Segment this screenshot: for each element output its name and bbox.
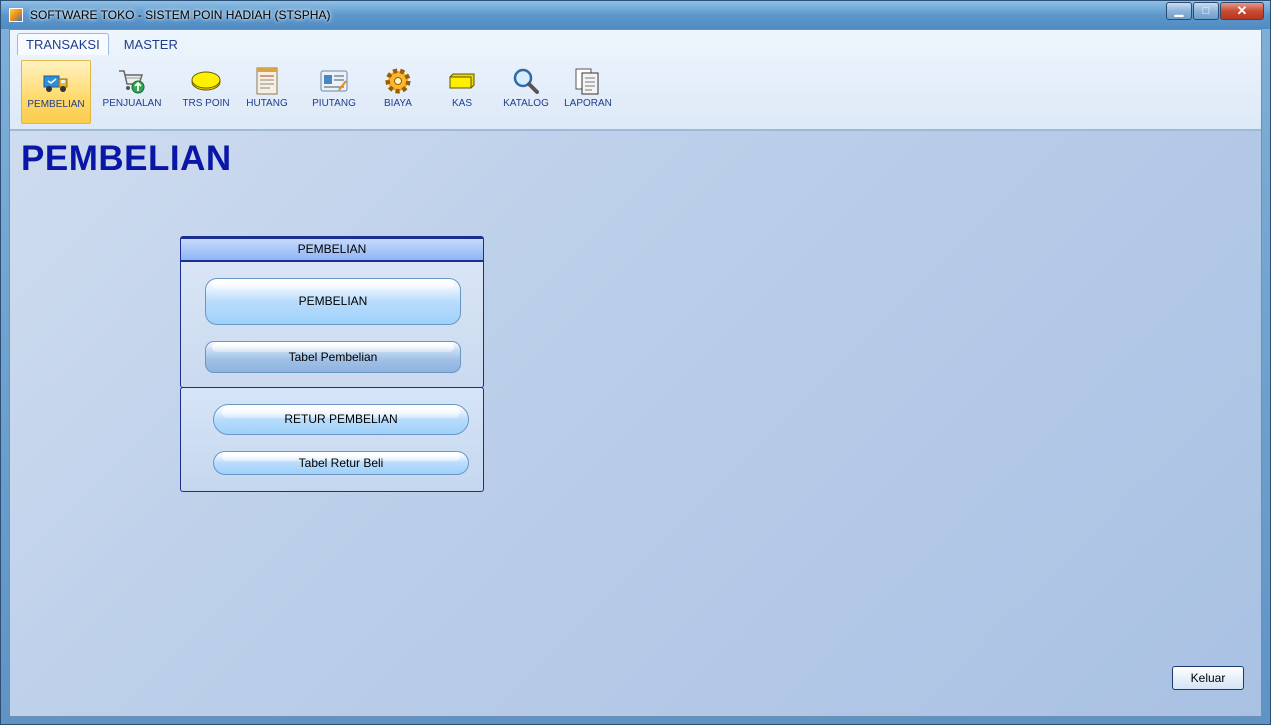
magnifier-icon xyxy=(513,68,539,94)
page-title: PEMBELIAN xyxy=(21,139,232,178)
title-bar[interactable]: SOFTWARE TOKO - SISTEM POIN HADIAH (STSP… xyxy=(1,1,1270,29)
tool-label: PENJUALAN xyxy=(102,98,162,109)
gear-icon xyxy=(385,68,411,94)
tool-pembelian[interactable]: PEMBELIAN xyxy=(21,60,91,124)
tool-label: KATALOG xyxy=(503,98,549,109)
button-label: RETUR PEMBELIAN xyxy=(284,412,398,426)
tool-penjualan[interactable]: PENJUALAN xyxy=(97,60,167,124)
tool-biaya[interactable]: BIAYA xyxy=(366,60,430,124)
delivery-truck-icon xyxy=(43,75,68,92)
retur-pembelian-button[interactable]: RETUR PEMBELIAN xyxy=(213,404,469,435)
tool-label: KAS xyxy=(451,98,472,109)
maximize-button[interactable]: □ xyxy=(1193,2,1219,20)
ribbon: TRANSAKSI MASTER PEMBELIAN PENJUALAN TRS… xyxy=(10,30,1261,131)
tool-label: TRS POIN xyxy=(182,98,230,109)
pembelian-panel: PEMBELIAN PEMBELIAN Tabel Pembelian xyxy=(180,236,484,388)
tool-laporan[interactable]: LAPORAN xyxy=(556,60,620,124)
minimize-button[interactable]: ▁ xyxy=(1166,2,1192,20)
button-gloss xyxy=(212,280,454,289)
tab-master[interactable]: MASTER xyxy=(115,33,187,55)
documents-icon xyxy=(575,68,599,95)
ledger-icon xyxy=(256,67,278,95)
cash-bar-icon xyxy=(449,73,475,89)
tabel-retur-beli-button[interactable]: Tabel Retur Beli xyxy=(213,451,469,475)
tool-trs-poin[interactable]: TRS POIN xyxy=(171,60,241,124)
retur-panel: RETUR PEMBELIAN Tabel Retur Beli xyxy=(180,387,484,492)
keluar-button[interactable]: Keluar xyxy=(1172,666,1244,690)
main-content: PEMBELIAN PEMBELIAN PEMBELIAN Tabel Pemb… xyxy=(10,131,1261,716)
tabel-pembelian-button[interactable]: Tabel Pembelian xyxy=(205,341,461,373)
ribbon-tabs: TRANSAKSI MASTER xyxy=(17,33,193,55)
tool-label: BIAYA xyxy=(384,98,412,109)
tool-label: PIUTANG xyxy=(312,98,356,109)
window-title: SOFTWARE TOKO - SISTEM POIN HADIAH (STSP… xyxy=(30,8,331,22)
tab-transaksi[interactable]: TRANSAKSI xyxy=(17,33,109,55)
close-button[interactable]: ✕ xyxy=(1220,2,1264,20)
id-card-icon xyxy=(320,70,348,92)
button-label: PEMBELIAN xyxy=(298,294,368,308)
pembelian-button[interactable]: PEMBELIAN xyxy=(205,278,461,325)
tool-label: LAPORAN xyxy=(564,98,612,109)
tool-label: PEMBELIAN xyxy=(27,99,85,110)
button-label: Tabel Retur Beli xyxy=(298,456,384,470)
tool-hutang[interactable]: HUTANG xyxy=(235,60,299,124)
tool-kas[interactable]: KAS xyxy=(430,60,494,124)
tool-piutang[interactable]: PIUTANG xyxy=(299,60,369,124)
app-icon[interactable] xyxy=(9,8,23,22)
window-controls: ▁ □ ✕ xyxy=(1165,2,1264,20)
button-label: Tabel Pembelian xyxy=(288,350,378,364)
panel-header: PEMBELIAN xyxy=(181,237,483,262)
coin-icon xyxy=(191,71,221,91)
app-window: SOFTWARE TOKO - SISTEM POIN HADIAH (STSP… xyxy=(0,0,1271,725)
shopping-cart-icon xyxy=(119,70,145,94)
client-area: TRANSAKSI MASTER PEMBELIAN PENJUALAN TRS… xyxy=(9,29,1262,717)
tool-katalog[interactable]: KATALOG xyxy=(494,60,558,124)
tool-label: HUTANG xyxy=(246,98,288,109)
